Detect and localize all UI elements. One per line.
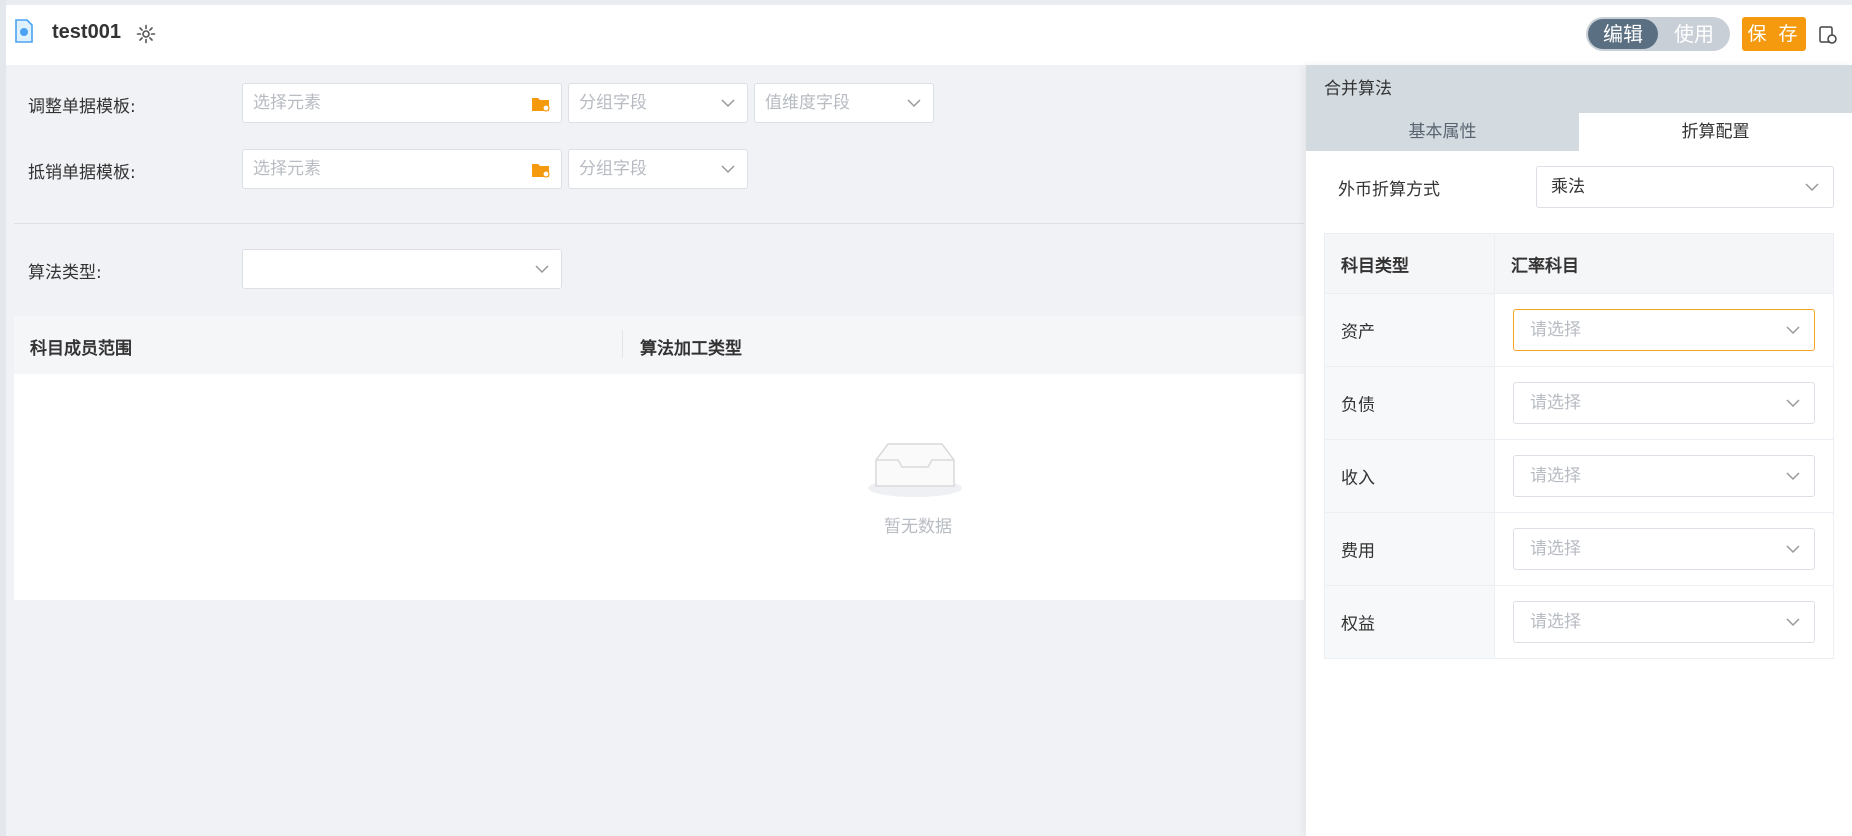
conversion-method-label: 外币折算方式: [1338, 180, 1440, 200]
row-type-label: 负债: [1341, 395, 1375, 416]
table-header: 科目成员范围 算法加工类型: [14, 316, 1304, 374]
row-type-label: 权益: [1341, 614, 1375, 635]
chevron-down-icon: [1786, 618, 1800, 627]
column-header-algo-process-type: 算法加工类型: [640, 339, 742, 359]
rate-account-select[interactable]: 请选择: [1513, 309, 1815, 351]
chevron-down-icon: [1786, 399, 1800, 408]
adjust-template-label: 调整单据模板:: [28, 97, 136, 117]
table-row: 收入 请选择: [1325, 439, 1833, 512]
row-type-label: 费用: [1341, 541, 1375, 562]
offset-element-placeholder: 选择元素: [253, 159, 321, 179]
folder-icon[interactable]: [531, 95, 551, 113]
header-account-type: 科目类型: [1341, 256, 1409, 276]
offset-element-select[interactable]: 选择元素: [242, 149, 562, 189]
conversion-method-value: 乘法: [1551, 177, 1585, 197]
table-row: 负债 请选择: [1325, 366, 1833, 439]
algo-type-label: 算法类型:: [28, 263, 102, 283]
adjust-element-select[interactable]: 选择元素: [242, 83, 562, 123]
rate-select-placeholder: 请选择: [1530, 539, 1581, 559]
rate-account-select[interactable]: 请选择: [1513, 601, 1815, 643]
adjust-group-field-select[interactable]: 分组字段: [568, 83, 748, 123]
chevron-down-icon: [721, 99, 735, 108]
panel-settings-icon[interactable]: [1818, 25, 1838, 45]
rate-select-placeholder: 请选择: [1530, 612, 1581, 632]
row-type-cell: 费用: [1325, 513, 1495, 585]
document-icon: [15, 19, 33, 43]
rate-table: 科目类型 汇率科目 资产 请选择 负债 请选择 收入 请选择 费用 请选择 权益…: [1324, 233, 1834, 659]
gear-icon[interactable]: [136, 24, 156, 44]
rate-account-select[interactable]: 请选择: [1513, 528, 1815, 570]
chevron-down-icon: [721, 165, 735, 174]
header-bar: [6, 5, 1852, 65]
offset-template-label: 抵销单据模板:: [28, 163, 136, 183]
table-body: [14, 374, 1304, 600]
row-type-cell: 负债: [1325, 367, 1495, 439]
drawer-tabs: 基本属性 折算配置: [1306, 113, 1852, 151]
chevron-down-icon: [1786, 326, 1800, 335]
header-cell-type: 科目类型: [1325, 234, 1495, 293]
rate-account-select[interactable]: 请选择: [1513, 382, 1815, 424]
rate-select-placeholder: 请选择: [1530, 466, 1581, 486]
row-type-label: 资产: [1341, 322, 1375, 343]
value-dimension-select[interactable]: 值维度字段: [754, 83, 934, 123]
algorithm-drawer: 合并算法 基本属性 折算配置 外币折算方式 乘法 科目类型 汇率科目 资产 请选…: [1306, 65, 1852, 836]
rate-table-header: 科目类型 汇率科目: [1325, 234, 1833, 293]
row-type-cell: 资产: [1325, 294, 1495, 366]
row-type-label: 收入: [1341, 468, 1375, 489]
column-header-member-range: 科目成员范围: [30, 339, 132, 359]
offset-group-field-placeholder: 分组字段: [579, 159, 647, 179]
page-title: test001: [52, 21, 121, 43]
save-button[interactable]: 保 存: [1742, 17, 1806, 51]
mode-edit-option[interactable]: 编辑: [1588, 19, 1658, 49]
table-row: 资产 请选择: [1325, 293, 1833, 366]
mode-toggle[interactable]: 编辑 使用: [1586, 17, 1730, 51]
empty-state-text: 暂无数据: [884, 517, 952, 537]
value-dimension-placeholder: 值维度字段: [765, 93, 850, 113]
chevron-down-icon: [1786, 545, 1800, 554]
chevron-down-icon: [1786, 472, 1800, 481]
left-edge: [0, 0, 6, 836]
chevron-down-icon: [535, 265, 549, 274]
adjust-group-field-placeholder: 分组字段: [579, 93, 647, 113]
offset-group-field-select[interactable]: 分组字段: [568, 149, 748, 189]
table-row: 费用 请选择: [1325, 512, 1833, 585]
table-row: 权益 请选择: [1325, 585, 1833, 658]
chevron-down-icon: [1805, 183, 1819, 192]
column-separator: [622, 330, 623, 358]
rate-select-placeholder: 请选择: [1530, 393, 1581, 413]
conversion-method-select[interactable]: 乘法: [1536, 166, 1834, 208]
tab-conversion-config[interactable]: 折算配置: [1579, 113, 1852, 151]
form-divider: [14, 223, 1304, 224]
row-type-cell: 收入: [1325, 440, 1495, 512]
rate-account-select[interactable]: 请选择: [1513, 455, 1815, 497]
header-rate-account: 汇率科目: [1511, 256, 1579, 276]
row-type-cell: 权益: [1325, 586, 1495, 658]
drawer-title: 合并算法: [1306, 65, 1852, 113]
adjust-element-placeholder: 选择元素: [253, 93, 321, 113]
algo-type-select[interactable]: [242, 249, 562, 289]
rate-select-placeholder: 请选择: [1530, 320, 1581, 340]
mode-use-option[interactable]: 使用: [1660, 19, 1728, 49]
empty-inbox-icon: [868, 443, 962, 497]
tab-basic-properties[interactable]: 基本属性: [1306, 113, 1579, 151]
folder-icon[interactable]: [531, 161, 551, 179]
chevron-down-icon: [907, 99, 921, 108]
